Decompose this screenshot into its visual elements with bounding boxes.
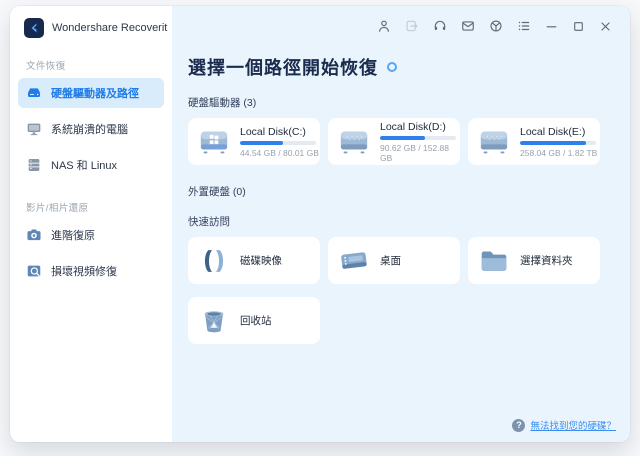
disk-c-icon	[197, 127, 231, 157]
app-title: Wondershare Recoverit	[52, 22, 167, 34]
desktop-icon	[337, 246, 371, 276]
help-link-area: ? 無法找到您的硬碟？	[512, 418, 616, 432]
page-title: 選擇一個路徑開始恢復	[188, 54, 630, 80]
quick-access-row-1: 磁碟映像 桌面 選擇資料夾	[188, 237, 630, 284]
sidebar-item-video-repair[interactable]: 損壞視頻修復	[18, 256, 164, 286]
drive-info: Local Disk(E:) 258.04 GB / 1.82 TB	[520, 126, 597, 158]
hdd-section-label: 硬盤驅動器 (3)	[188, 95, 630, 110]
signin-icon[interactable]	[405, 19, 419, 33]
drive-size: 258.04 GB / 1.82 TB	[520, 148, 597, 158]
drive-info: Local Disk(D:) 90.62 GB / 152.88 GB	[380, 121, 460, 163]
drive-name: Local Disk(E:)	[520, 126, 597, 138]
drive-card-d[interactable]: Local Disk(D:) 90.62 GB / 152.88 GB	[328, 118, 460, 165]
choose-folder-icon	[477, 246, 511, 276]
quick-card-label: 選擇資料夾	[520, 253, 573, 268]
quick-card-disk-image[interactable]: 磁碟映像	[188, 237, 320, 284]
title-ring-icon[interactable]	[387, 62, 397, 72]
list-icon[interactable]	[517, 19, 531, 33]
video-repair-icon	[26, 263, 42, 279]
maximize-icon[interactable]	[572, 20, 585, 33]
sidebar-item-crashed-computer[interactable]: 系統崩潰的電腦	[18, 114, 164, 144]
titlebar	[172, 6, 630, 46]
sidebar-item-label: 損壞視頻修復	[51, 263, 117, 279]
headset-icon[interactable]	[433, 19, 447, 33]
cant-find-disk-link[interactable]: 無法找到您的硬碟？	[530, 418, 616, 432]
sidebar-item-advanced-recovery[interactable]: 進階復原	[18, 220, 164, 250]
camera-icon	[26, 227, 42, 243]
quick-card-label: 桌面	[380, 253, 401, 268]
recoverit-logo-icon	[24, 18, 44, 38]
sidebar: Wondershare Recoverit 文件恢復 硬盤驅動器及路徑 系統崩潰…	[10, 6, 172, 442]
help-question-icon[interactable]: ?	[512, 419, 525, 432]
app-window: Wondershare Recoverit 文件恢復 硬盤驅動器及路徑 系統崩潰…	[10, 6, 630, 442]
disk-e-icon	[477, 127, 511, 157]
drive-name: Local Disk(D:)	[380, 121, 460, 133]
drive-usage-bar	[520, 141, 596, 145]
sidebar-section-file-recovery: 文件恢復	[10, 58, 172, 72]
quick-access-row-2: 回收站	[188, 297, 630, 344]
sidebar-item-label: 進階復原	[51, 227, 95, 243]
recycle-bin-icon	[197, 306, 231, 336]
sidebar-item-nas-linux[interactable]: NAS 和 Linux	[18, 150, 164, 180]
drive-card-e[interactable]: Local Disk(E:) 258.04 GB / 1.82 TB	[468, 118, 600, 165]
mail-icon[interactable]	[461, 19, 475, 33]
minimize-icon[interactable]	[545, 20, 558, 33]
crashed-computer-icon	[26, 121, 42, 137]
quick-card-desktop[interactable]: 桌面	[328, 237, 460, 284]
quick-card-label: 磁碟映像	[240, 253, 282, 268]
drive-size: 44.54 GB / 80.01 GB	[240, 148, 319, 158]
hard-drive-icon	[26, 85, 42, 101]
drive-usage-bar	[240, 141, 316, 145]
lifebuoy-icon[interactable]	[489, 19, 503, 33]
nas-server-icon	[26, 157, 42, 173]
sidebar-section-photo-video: 影片/相片還原	[10, 200, 172, 214]
drive-usage-bar	[380, 136, 456, 140]
sidebar-item-label: 硬盤驅動器及路徑	[51, 85, 139, 101]
external-disk-section-label: 外置硬盤 (0)	[188, 184, 630, 199]
quick-access-section-label: 快速訪問	[188, 214, 630, 229]
drive-info: Local Disk(C:) 44.54 GB / 80.01 GB	[240, 126, 319, 158]
drive-size: 90.62 GB / 152.88 GB	[380, 143, 460, 163]
main-content: 選擇一個路徑開始恢復 硬盤驅動器 (3) Local Disk(C:) 44.5…	[172, 46, 630, 442]
disk-image-icon	[197, 246, 231, 276]
sidebar-item-hdd-and-paths[interactable]: 硬盤驅動器及路徑	[18, 78, 164, 108]
close-icon[interactable]	[599, 20, 612, 33]
sidebar-item-label: 系統崩潰的電腦	[51, 121, 128, 137]
account-icon[interactable]	[377, 19, 391, 33]
quick-card-choose-folder[interactable]: 選擇資料夾	[468, 237, 600, 284]
drive-card-c[interactable]: Local Disk(C:) 44.54 GB / 80.01 GB	[188, 118, 320, 165]
quick-card-label: 回收站	[240, 313, 272, 328]
drive-name: Local Disk(C:)	[240, 126, 319, 138]
main-panel: 選擇一個路徑開始恢復 硬盤驅動器 (3) Local Disk(C:) 44.5…	[172, 6, 630, 442]
disk-d-icon	[337, 127, 371, 157]
app-brand: Wondershare Recoverit	[10, 6, 172, 38]
drive-card-row: Local Disk(C:) 44.54 GB / 80.01 GB Local…	[188, 118, 630, 165]
quick-card-recycle-bin[interactable]: 回收站	[188, 297, 320, 344]
page-title-text: 選擇一個路徑開始恢復	[188, 54, 378, 80]
sidebar-item-label: NAS 和 Linux	[51, 157, 117, 173]
